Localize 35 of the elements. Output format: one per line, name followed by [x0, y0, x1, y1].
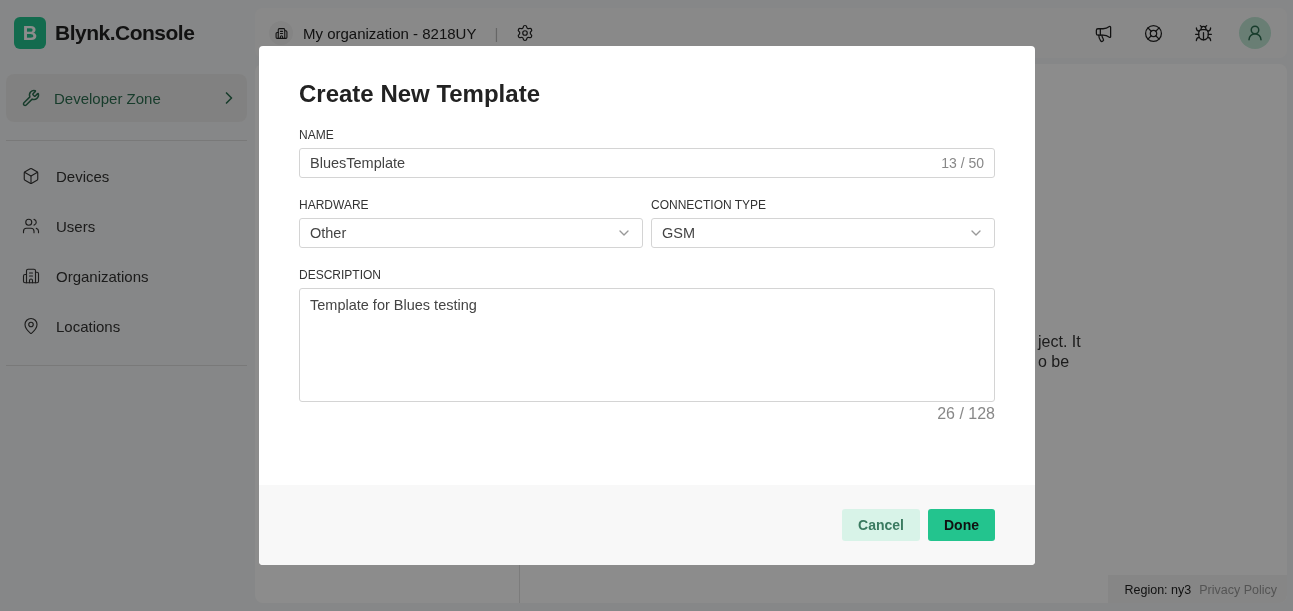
field-label: HARDWARE [299, 198, 370, 212]
megaphone-icon[interactable] [1093, 23, 1113, 43]
description-text: ject. It [1038, 332, 1082, 352]
lifebuoy-icon[interactable] [1143, 23, 1163, 43]
tools-icon [22, 89, 40, 107]
region-label: Region: ny3 [1124, 583, 1192, 597]
developer-zone-item[interactable]: Developer Zone [6, 74, 247, 122]
name-field[interactable]: BluesTemplate 13 / 50 [299, 148, 995, 178]
avatar[interactable] [1239, 17, 1271, 49]
sidebar-item[interactable]: Locations [6, 301, 247, 351]
done-button[interactable]: Done [928, 509, 995, 541]
field-label: NAME [299, 128, 335, 142]
logo: B [14, 17, 46, 49]
hardware-dropdown[interactable]: Other [299, 218, 643, 248]
connection-type-dropdown[interactable]: GSM [651, 218, 995, 248]
sidebar-item[interactable]: Devices [6, 151, 247, 201]
sidebar-item[interactable]: Organizations [6, 251, 247, 301]
separator: | [494, 24, 499, 42]
description-field[interactable]: Template for Blues testing [299, 288, 995, 402]
description-text: o be [1038, 352, 1071, 372]
cancel-button[interactable]: Cancel [842, 509, 920, 541]
character-counter: 26 / 128 [937, 405, 995, 423]
settings-icon[interactable] [516, 24, 535, 42]
users-icon [22, 217, 40, 235]
cube-icon [22, 167, 40, 185]
brand-name: Blynk.Console [55, 21, 195, 45]
dialog-title: Create New Template [299, 80, 541, 108]
building-icon [269, 21, 293, 45]
field-label: DESCRIPTION [299, 268, 382, 282]
map-pin-icon [22, 317, 40, 335]
organization-name[interactable]: My organization - 8218UY [303, 24, 477, 42]
sidebar-item[interactable]: Users [6, 201, 247, 251]
bug-icon[interactable] [1193, 23, 1213, 43]
field-label: CONNECTION TYPE [651, 198, 768, 212]
building-icon [22, 267, 40, 285]
